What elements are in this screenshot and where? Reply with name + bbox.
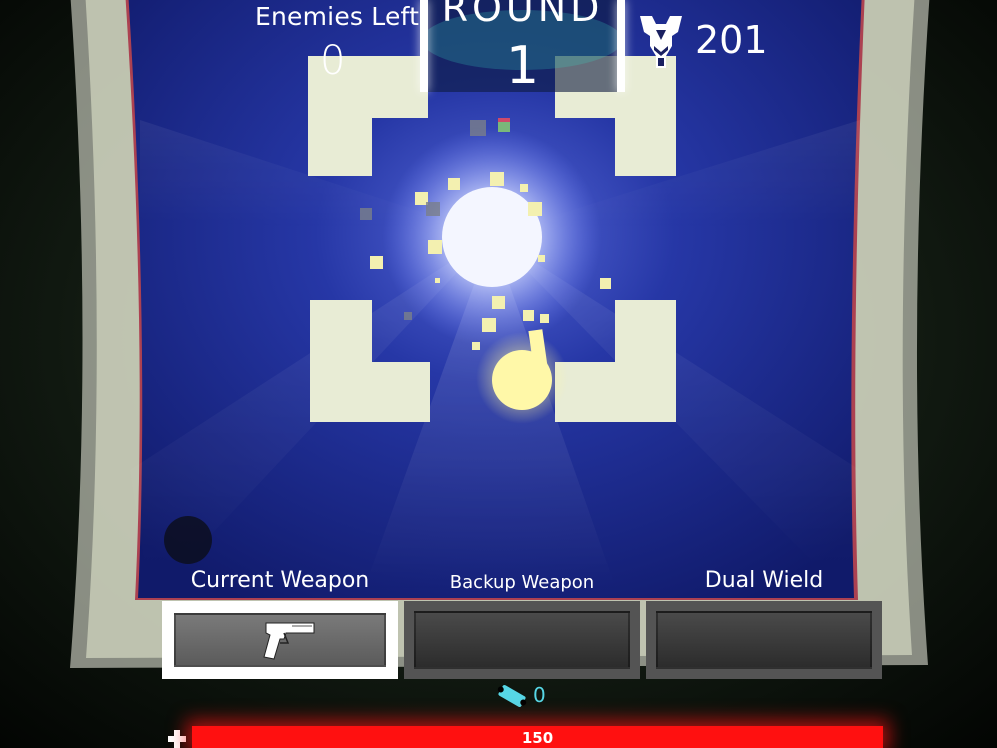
dark-enemy [164,516,212,564]
round-label: ROUND [441,0,604,30]
health-bar: 150 [192,726,883,748]
ammo-ticket-icon [497,685,527,707]
enemies-left-value: 0 [320,38,346,84]
trophy-crest-icon [640,16,682,68]
ammo-count: 0 [533,683,546,707]
glowing-orb [442,187,542,287]
health-cross-icon [168,730,186,748]
current-weapon-label: Current Weapon [190,568,370,593]
player [492,350,552,410]
current-weapon-slot[interactable] [162,601,398,679]
round-divider-left [420,0,428,92]
round-divider-right [617,0,625,92]
backup-weapon-label: Backup Weapon [449,572,595,593]
enemies-left-label: Enemies Left [255,2,420,31]
pistol-icon [263,622,315,660]
round-value: 1 [505,36,540,96]
dual-wield-slot[interactable] [646,601,882,679]
score-value: 201 [695,18,768,62]
dual-wield-label: Dual Wield [704,568,824,593]
backup-weapon-slot[interactable] [404,601,640,679]
health-value: 150 [521,729,554,747]
